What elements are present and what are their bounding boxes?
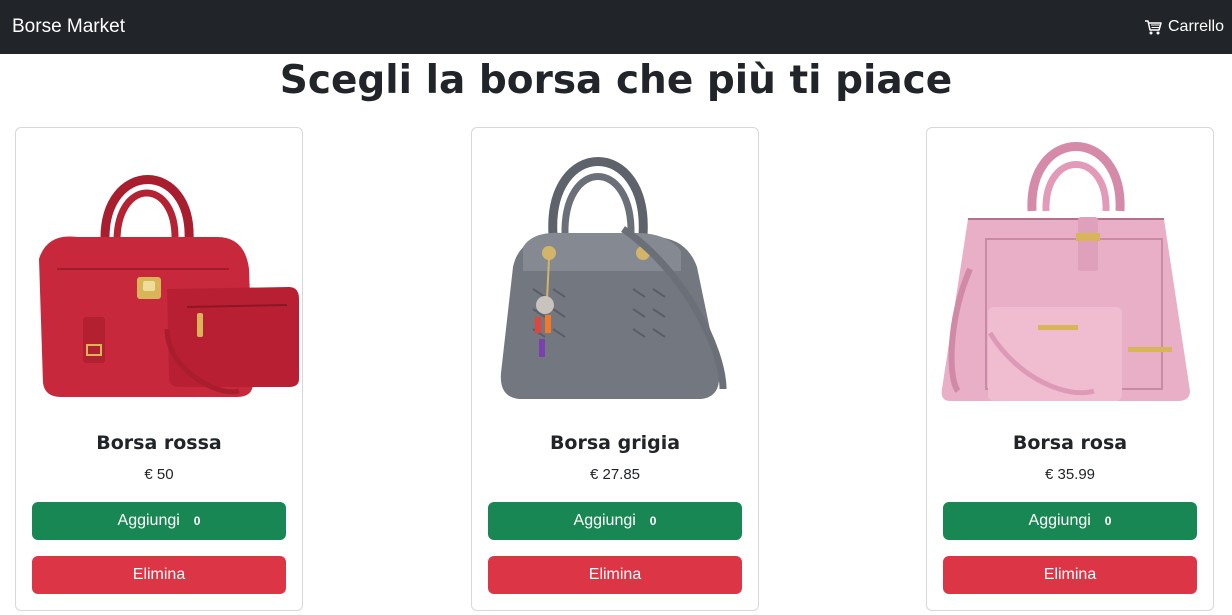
add-button-label: Aggiungi <box>1028 512 1091 529</box>
delete-button-label: Elimina <box>132 566 186 583</box>
product-price: € 35.99 <box>1044 466 1096 483</box>
add-button[interactable]: Aggiungi 0 <box>943 502 1197 540</box>
product-name: Borsa rosa <box>1012 432 1128 454</box>
delete-button-label: Elimina <box>588 566 642 583</box>
cart-label: Carrello <box>1167 18 1224 35</box>
quantity-badge: 0 <box>1104 514 1112 528</box>
add-button-label: Aggiungi <box>573 512 636 529</box>
brand-link[interactable]: Borse Market <box>12 16 125 38</box>
quantity-badge: 0 <box>193 514 201 528</box>
navbar: Borse Market Carrello <box>0 0 1232 54</box>
page-title: Scegli la borsa che più ti piace <box>279 58 953 103</box>
product-price: € 27.85 <box>589 466 641 483</box>
product-name: Borsa grigia <box>549 432 681 454</box>
product-card: Borsa rossa € 50 Aggiungi 0 Elimina <box>15 127 303 611</box>
quantity-badge: 0 <box>649 514 657 528</box>
product-card: Borsa rosa € 35.99 Aggiungi 0 Elimina <box>926 127 1214 611</box>
product-price: € 50 <box>144 466 174 483</box>
product-image <box>17 129 301 411</box>
delete-button-label: Elimina <box>1043 566 1097 583</box>
add-button[interactable]: Aggiungi 0 <box>32 502 286 540</box>
cart-link[interactable]: Carrello <box>1144 18 1224 36</box>
delete-button[interactable]: Elimina <box>32 556 286 594</box>
product-card: Borsa grigia € 27.85 Aggiungi 0 Elimina <box>471 127 759 611</box>
product-image <box>928 129 1212 411</box>
cart-icon <box>1144 20 1162 35</box>
product-image <box>473 129 757 411</box>
delete-button[interactable]: Elimina <box>488 556 742 594</box>
delete-button[interactable]: Elimina <box>943 556 1197 594</box>
add-button[interactable]: Aggiungi 0 <box>488 502 742 540</box>
add-button-label: Aggiungi <box>117 512 180 529</box>
product-name: Borsa rossa <box>96 432 222 454</box>
